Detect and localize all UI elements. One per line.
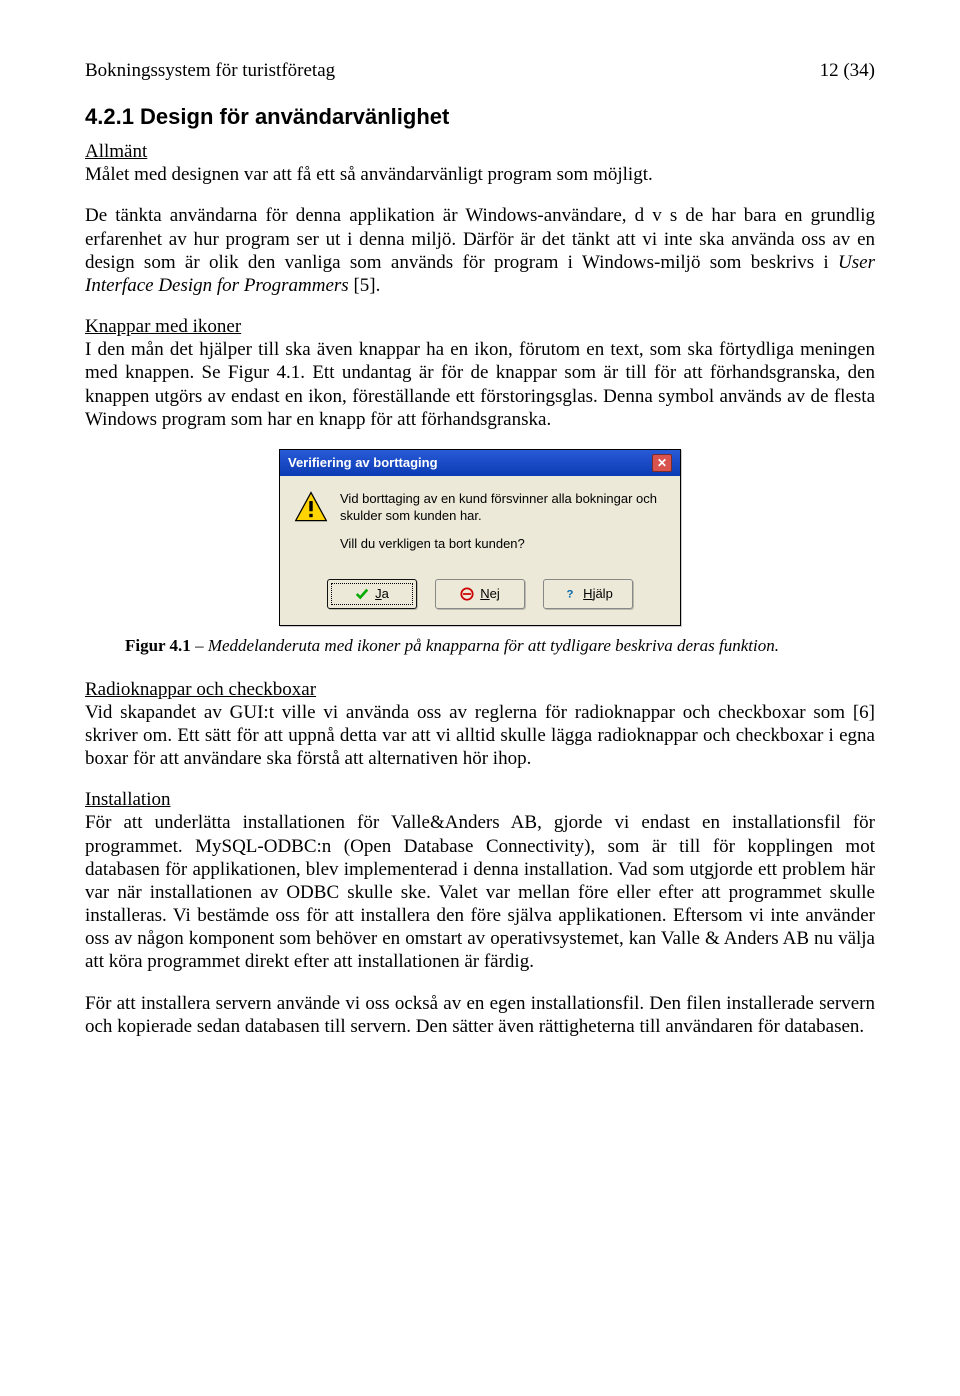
running-header: Bokningssystem för turistföretag 12 (34) — [85, 60, 875, 82]
svg-text:?: ? — [567, 588, 574, 600]
page-number: 12 (34) — [820, 60, 875, 82]
dialog-line1: Vid borttaging av en kund försvinner all… — [340, 490, 666, 525]
help-button[interactable]: ? Hjälp — [543, 579, 633, 609]
subheading-radio: Radioknappar och checkboxar — [85, 679, 316, 700]
dialog-body: Vid borttaging av en kund försvinner all… — [280, 476, 680, 569]
dialog-titlebar: Verifiering av borttaging ✕ — [280, 450, 680, 476]
section-heading: 4.2.1 Design för användarvänlighet — [85, 104, 875, 130]
message-dialog: Verifiering av borttaging ✕ Vid borttagi… — [279, 449, 681, 626]
figure-caption: Figur 4.1 – Meddelanderuta med ikoner på… — [125, 636, 875, 656]
check-icon — [355, 587, 369, 601]
help-icon: ? — [563, 587, 577, 601]
subheading-install: Installation — [85, 789, 170, 810]
help-label: Hjälp — [583, 586, 613, 601]
text-install-1: För att underlätta installationen för Va… — [85, 812, 875, 972]
yes-label: Ja — [375, 586, 389, 601]
warning-icon — [294, 490, 328, 524]
close-icon[interactable]: ✕ — [652, 454, 672, 472]
para-allmant-2: De tänkta användarna för denna applikati… — [85, 204, 875, 297]
text-knappar: I den mån det hjälper till ska även knap… — [85, 339, 875, 430]
text-allmant-1: Målet med designen var att få ett så anv… — [85, 164, 653, 185]
para-radio: Radioknappar och checkboxar Vid skapande… — [85, 678, 875, 771]
text-radio: Vid skapandet av GUI:t ville vi använda … — [85, 702, 875, 769]
para-install-1: Installation För att underlätta installa… — [85, 788, 875, 973]
dialog-button-row: Ja Nej ? Hjälp — [280, 569, 680, 625]
text-allmant-2b: [5]. — [349, 275, 381, 296]
para-install-2: För att installera servern använde vi os… — [85, 992, 875, 1038]
figure-label: Figur 4.1 — [125, 636, 191, 655]
text-install-2: För att installera servern använde vi os… — [85, 993, 875, 1037]
dialog-line2: Vill du verkligen ta bort kunden? — [340, 535, 666, 553]
no-label: Nej — [480, 586, 500, 601]
subheading-allmant: Allmänt — [85, 141, 147, 162]
subheading-knappar: Knappar med ikoner — [85, 316, 241, 337]
para-knappar: Knappar med ikoner I den mån det hjälper… — [85, 315, 875, 431]
figure-caption-text: – Meddelanderuta med ikoner på knapparna… — [191, 636, 779, 655]
dialog-text: Vid borttaging av en kund försvinner all… — [340, 490, 666, 563]
yes-button[interactable]: Ja — [327, 579, 417, 609]
no-entry-icon — [460, 587, 474, 601]
dialog-title: Verifiering av borttaging — [288, 455, 438, 470]
text-allmant-2a: De tänkta användarna för denna applikati… — [85, 205, 875, 272]
no-button[interactable]: Nej — [435, 579, 525, 609]
para-allmant: Allmänt Målet med designen var att få et… — [85, 140, 875, 186]
doc-title: Bokningssystem för turistföretag — [85, 60, 335, 82]
page: Bokningssystem för turistföretag 12 (34)… — [0, 0, 960, 1106]
